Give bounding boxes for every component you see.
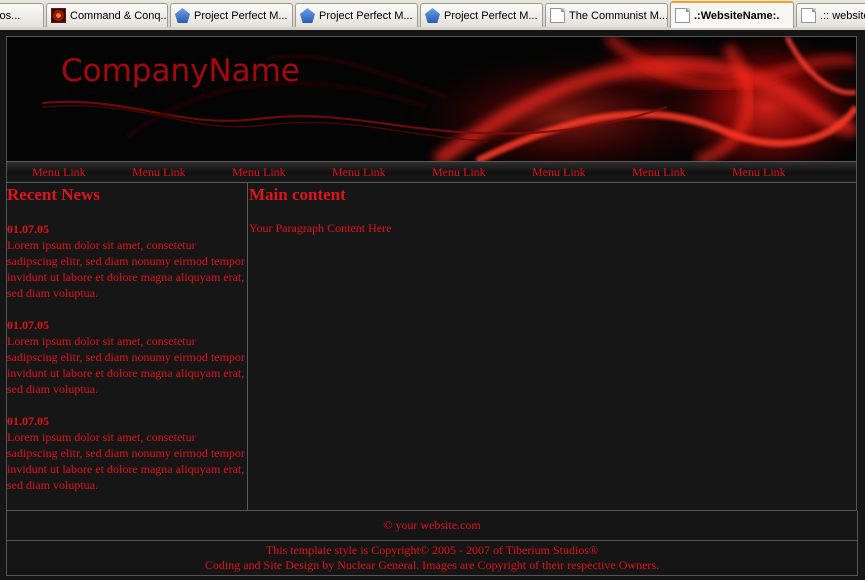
menu-link[interactable]: Menu Link [532, 165, 586, 180]
tab-label: dios... [0, 9, 21, 22]
menu-link[interactable]: Menu Link [132, 165, 186, 180]
browser-tab[interactable]: The Communist M... [545, 3, 668, 27]
main-content-area: Main content Your Paragraph Content Here [249, 183, 856, 510]
footer-copyright: This template style is Copyright© 2005 -… [6, 540, 858, 576]
browser-tab[interactable]: Command & Conq... [46, 3, 168, 27]
page-icon [550, 8, 565, 23]
news-date: 01.07.05 [7, 222, 49, 236]
news-text: Lorem ipsum dolor sit amet, consetetur s… [7, 238, 245, 300]
browser-tab[interactable]: Project Perfect M... [420, 3, 543, 27]
menu-link[interactable]: Menu Link [332, 165, 386, 180]
site-header: CompanyName [7, 37, 856, 161]
browser-tab-strip: dios... Command & Conq... Project Perfec… [0, 0, 865, 31]
ppm-icon [175, 8, 190, 23]
news-item: 01.07.05 Lorem ipsum dolor sit amet, con… [7, 413, 247, 493]
menu-link[interactable]: Menu Link [32, 165, 86, 180]
main-paragraph: Your Paragraph Content Here [249, 221, 392, 235]
site-frame: CompanyName Menu Link Menu Link Menu Lin… [6, 36, 857, 511]
footer-site-link[interactable]: © your website.com [6, 511, 858, 541]
page-icon [675, 8, 690, 23]
browser-tab-active[interactable]: .:WebsiteName:. [670, 1, 794, 28]
nav-menu-bar: Menu Link Menu Link Menu Link Menu Link … [7, 161, 856, 183]
news-item: 01.07.05 Lorem ipsum dolor sit amet, con… [7, 317, 247, 397]
tab-label: .:: website [820, 9, 865, 22]
recent-news-sidebar: Recent News 01.07.05 Lorem ipsum dolor s… [7, 183, 248, 510]
web-page: CompanyName Menu Link Menu Link Menu Lin… [0, 30, 865, 580]
news-text: Lorem ipsum dolor sit amet, consetetur s… [7, 334, 245, 396]
menu-link[interactable]: Menu Link [732, 165, 786, 180]
ppm-icon [300, 8, 315, 23]
main-content-heading: Main content [249, 185, 346, 204]
browser-tab[interactable]: Project Perfect M... [170, 3, 293, 27]
news-item: 01.07.05 Lorem ipsum dolor sit amet, con… [7, 221, 247, 301]
browser-tab[interactable]: dios... [0, 3, 44, 27]
menu-link[interactable]: Menu Link [232, 165, 286, 180]
news-date: 01.07.05 [7, 318, 49, 332]
cnc-icon [51, 8, 66, 23]
copyright-line: This template style is Copyright© 2005 -… [265, 543, 599, 557]
tab-label: .:WebsiteName:. [694, 9, 780, 22]
ppm-icon [425, 8, 440, 23]
menu-link[interactable]: Menu Link [632, 165, 686, 180]
page-icon [801, 8, 816, 23]
news-date: 01.07.05 [7, 414, 49, 428]
news-text: Lorem ipsum dolor sit amet, consetetur s… [7, 430, 245, 492]
browser-tab[interactable]: .:: website [796, 3, 865, 27]
tab-label: Command & Conq... [70, 9, 167, 22]
tab-label: The Communist M... [569, 9, 667, 22]
recent-news-heading: Recent News [7, 185, 100, 204]
browser-tab[interactable]: Project Perfect M... [295, 3, 418, 27]
menu-link[interactable]: Menu Link [432, 165, 486, 180]
tab-label: Project Perfect M... [194, 9, 288, 22]
company-logo-text[interactable]: CompanyName [61, 53, 300, 89]
tab-label: Project Perfect M... [444, 9, 538, 22]
credits-line: Coding and Site Design by Nuclear Genera… [204, 558, 660, 572]
tab-label: Project Perfect M... [319, 9, 413, 22]
